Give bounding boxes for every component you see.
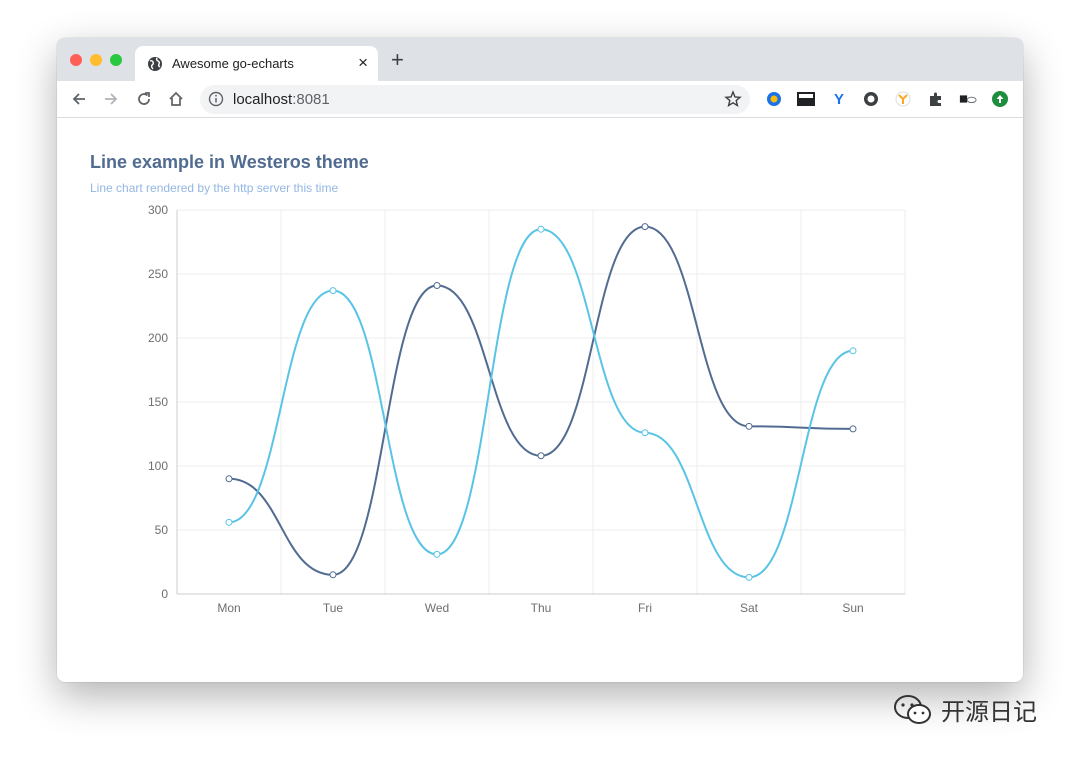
- y-tick-label: 50: [155, 523, 169, 537]
- update-icon[interactable]: [991, 90, 1009, 108]
- y-tick-label: 150: [148, 395, 168, 409]
- browser-toolbar: localhost:8081 Y: [57, 81, 1023, 118]
- data-point: [329, 571, 337, 579]
- x-tick-label: Mon: [217, 601, 240, 615]
- reload-button[interactable]: [132, 81, 156, 117]
- y-tick-label: 200: [148, 331, 168, 345]
- data-point: [537, 452, 545, 460]
- data-point: [433, 282, 441, 290]
- x-tick-label: Fri: [638, 601, 652, 615]
- data-point: [641, 429, 649, 437]
- minimize-window-button[interactable]: [90, 54, 102, 66]
- home-button[interactable]: [164, 81, 188, 117]
- data-point: [849, 347, 857, 355]
- data-point: [745, 573, 753, 581]
- back-arrow-icon: [72, 93, 85, 105]
- data-point: [641, 223, 649, 231]
- data-point: [849, 425, 857, 433]
- data-point: [537, 225, 545, 233]
- url-host: localhost: [233, 91, 293, 108]
- url-text[interactable]: localhost:8081: [233, 91, 330, 108]
- puzzle-icon[interactable]: [927, 90, 945, 108]
- maximize-window-button[interactable]: [110, 54, 122, 66]
- x-tick-label: Thu: [531, 601, 552, 615]
- y-tick-label: 100: [148, 459, 168, 473]
- forward-arrow-icon: [105, 93, 118, 105]
- y-icon[interactable]: [894, 90, 912, 108]
- x-tick-label: Tue: [323, 601, 344, 615]
- x-tick-label: Sun: [842, 601, 863, 615]
- y-tick-label: 0: [161, 587, 168, 601]
- badge-icon[interactable]: [765, 90, 783, 108]
- series-line-1: [228, 225, 854, 576]
- data-point: [433, 550, 441, 558]
- new-icon[interactable]: [797, 90, 815, 108]
- new-tab-button[interactable]: +: [391, 49, 404, 71]
- reload-icon: [138, 92, 150, 105]
- forward-button[interactable]: [99, 81, 123, 117]
- wechat-watermark: 开源日记: [893, 692, 1037, 727]
- data-point: [225, 475, 233, 483]
- series-line-2: [228, 228, 854, 579]
- wechat-icon: [894, 694, 931, 724]
- data-point: [329, 287, 337, 295]
- tab-title: Awesome go-echarts: [172, 56, 294, 71]
- cookie-icon[interactable]: [959, 90, 977, 108]
- browser-window: Awesome go-echarts × + localhost:8081 Y …: [57, 38, 1023, 682]
- globe-icon: [148, 57, 162, 71]
- bookmark-star-icon[interactable]: [724, 90, 742, 108]
- info-icon[interactable]: [208, 91, 224, 107]
- browser-tab[interactable]: Awesome go-echarts ×: [135, 46, 378, 81]
- e-icon[interactable]: [862, 90, 880, 108]
- back-button[interactable]: [67, 81, 91, 117]
- x-tick-label: Wed: [425, 601, 449, 615]
- y-tick-label: 250: [148, 267, 168, 281]
- page-content: Line example in Westeros theme Line char…: [57, 118, 1023, 682]
- data-point: [745, 422, 753, 430]
- x-tick-label: Sat: [740, 601, 759, 615]
- home-icon: [169, 91, 183, 106]
- data-point: [225, 518, 233, 526]
- v-icon[interactable]: Y: [830, 90, 848, 108]
- tab-strip: Awesome go-echarts × +: [57, 38, 1023, 81]
- close-window-button[interactable]: [70, 54, 82, 66]
- address-bar[interactable]: localhost:8081: [200, 85, 750, 114]
- watermark-text: 开源日记: [941, 698, 1037, 726]
- tab-close-button[interactable]: ×: [358, 54, 368, 72]
- line-chart: 0 50 100 150 200 250 300 Mon Tue Wed Thu Fri Sat Sun: [148, 203, 906, 615]
- url-port: :8081: [292, 91, 330, 108]
- y-tick-label: 300: [148, 203, 168, 217]
